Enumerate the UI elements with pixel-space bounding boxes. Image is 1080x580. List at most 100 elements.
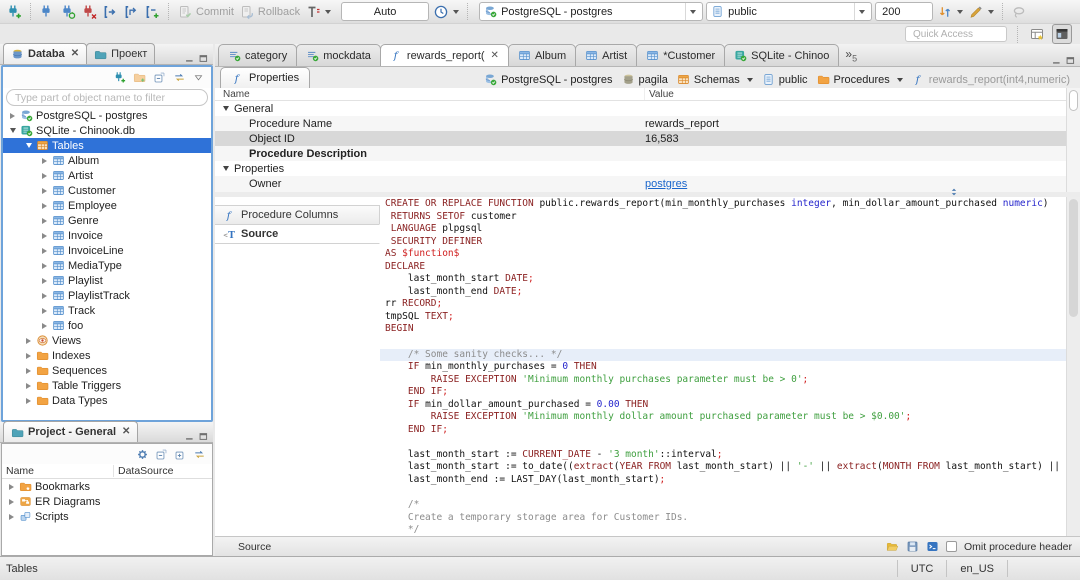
chevron-down-icon[interactable] [223,166,229,172]
folder-open-icon[interactable] [886,540,899,553]
tree-item-mediatype[interactable]: MediaType [3,258,211,273]
section-tab-procedure-columns[interactable]: f Procedure Columns [215,205,380,225]
collapse-all-icon[interactable] [153,71,166,84]
disconnect-button[interactable] [80,3,98,21]
transaction-log-button[interactable] [432,3,460,21]
dbeaver-perspective-button[interactable] [1052,24,1072,44]
chevron-right-icon[interactable] [40,292,49,299]
reconnect-button[interactable] [59,3,77,21]
fetch-size-input[interactable] [875,2,934,21]
chevron-down-icon[interactable] [746,77,753,82]
project-item-bookmarks[interactable]: Bookmarks [2,479,212,494]
sql-editor-button[interactable] [101,3,119,21]
chevron-right-icon[interactable] [40,322,49,329]
chevron-right-icon[interactable] [24,367,33,374]
breadcrumb-item-postgresql-postgres[interactable]: PostgreSQL - postgres [480,73,616,86]
chevron-right-icon[interactable] [40,247,49,254]
chevron-right-icon[interactable] [7,513,16,520]
quick-access-input[interactable] [905,26,1007,42]
close-icon[interactable]: ✕ [122,427,130,437]
tree-item-genre[interactable]: Genre [3,213,211,228]
maximize-icon[interactable] [198,53,209,64]
project-item-er-diagrams[interactable]: ER Diagrams [2,494,212,509]
tree-item-artist[interactable]: Artist [3,168,211,183]
tree-item-track[interactable]: Track [3,303,211,318]
tree-item-foo[interactable]: foo [3,318,211,333]
property-row-procedure-description[interactable]: Procedure Description [215,146,1066,162]
collapse-all-icon[interactable] [155,448,168,461]
console-icon[interactable] [926,540,939,553]
new-sql-editor-button[interactable] [143,3,161,21]
column-datasource[interactable]: DataSource [114,465,173,477]
chevron-right-icon[interactable] [24,382,33,389]
close-icon[interactable]: ✕ [491,50,499,61]
connection-select[interactable]: PostgreSQL - postgres [479,2,704,21]
section-tab-source[interactable]: < T Source [215,224,380,244]
connect-button[interactable] [38,3,56,21]
chevron-down-icon[interactable] [896,77,903,82]
refresh-button[interactable] [936,3,964,21]
tree-item-sqlite-chinook-db[interactable]: SQLite - Chinook.db [3,123,211,138]
editor-tab-rewards-report[interactable]: f rewards_report(✕ [379,44,509,66]
chevron-right-icon[interactable] [40,202,49,209]
chevron-down-icon[interactable] [8,128,17,133]
chevron-right-icon[interactable] [40,232,49,239]
breadcrumb-item-schemas[interactable]: Schemas [673,73,757,86]
chevron-right-icon[interactable] [40,172,49,179]
chevron-right-icon[interactable] [7,498,16,505]
chevron-right-icon[interactable] [24,352,33,359]
tree-item-playlist[interactable]: Playlist [3,273,211,288]
chevron-down-icon[interactable] [24,143,33,148]
bottom-tab-source[interactable]: Source [238,541,271,553]
new-folder-icon[interactable] [133,71,146,84]
project-item-scripts[interactable]: Scripts [2,509,212,524]
new-connection-icon[interactable] [113,71,126,84]
timezone-indicator[interactable]: UTC [896,560,947,577]
tree-item-postgresql-postgres[interactable]: PostgreSQL - postgres [3,108,211,123]
open-perspective-button[interactable] [1028,25,1046,43]
chevron-right-icon[interactable] [40,277,49,284]
sash-handle-icon[interactable] [946,187,962,197]
editor-tab-category[interactable]: category [218,44,298,66]
column-value[interactable]: Value [645,89,674,100]
rollback-button[interactable]: Rollback [238,3,301,21]
new-connection-button[interactable] [5,3,23,21]
connection-dropdown-button[interactable] [685,3,698,20]
property-row-procedure-name[interactable]: Procedure Name rewards_report [215,116,1066,132]
maximize-icon[interactable] [198,431,209,442]
tree-item-album[interactable]: Album [3,153,211,168]
chevron-down-icon[interactable] [223,106,229,112]
expand-all-icon[interactable] [174,448,187,461]
tab-database-navigator[interactable]: Databa ✕ [3,43,88,64]
minimize-icon[interactable] [1051,55,1062,66]
tree-item-customer[interactable]: Customer [3,183,211,198]
breadcrumb-item-public[interactable]: public [758,73,812,86]
tree-item-views[interactable]: Views [3,333,211,348]
schema-select[interactable]: public [706,2,873,21]
tree-item-invoiceline[interactable]: InvoiceLine [3,243,211,258]
tab-projects[interactable]: Проект [86,43,156,64]
schema-dropdown-button[interactable] [854,3,867,20]
sql-source-editor[interactable]: CREATE OR REPLACE FUNCTION public.reward… [380,197,1066,536]
more-tabs-chevron[interactable]: »5 [838,47,864,63]
transaction-mode-button[interactable] [304,3,332,21]
tab-properties[interactable]: f Properties [220,67,311,88]
editor-tab-mockdata[interactable]: mockdata [296,44,381,66]
close-icon[interactable]: ✕ [71,49,79,59]
editor-tab-sqlite-chinoo[interactable]: SQLite - Chinoo [724,44,840,66]
link-with-editor-icon[interactable] [173,71,186,84]
chevron-right-icon[interactable] [40,307,49,314]
commit-button[interactable]: Commit [176,3,235,21]
gear-icon[interactable] [136,448,149,461]
chevron-right-icon[interactable] [8,112,17,119]
recent-sql-editor-button[interactable] [122,3,140,21]
maximize-icon[interactable] [1065,55,1076,66]
property-row-properties[interactable]: Properties [215,161,1066,176]
view-menu-icon[interactable] [193,72,204,83]
tree-item-invoice[interactable]: Invoice [3,228,211,243]
minimize-icon[interactable] [184,53,195,64]
chevron-right-icon[interactable] [40,217,49,224]
chevron-right-icon[interactable] [40,262,49,269]
locale-indicator[interactable]: en_US [946,560,1008,577]
property-row-general[interactable]: General [215,101,1066,116]
